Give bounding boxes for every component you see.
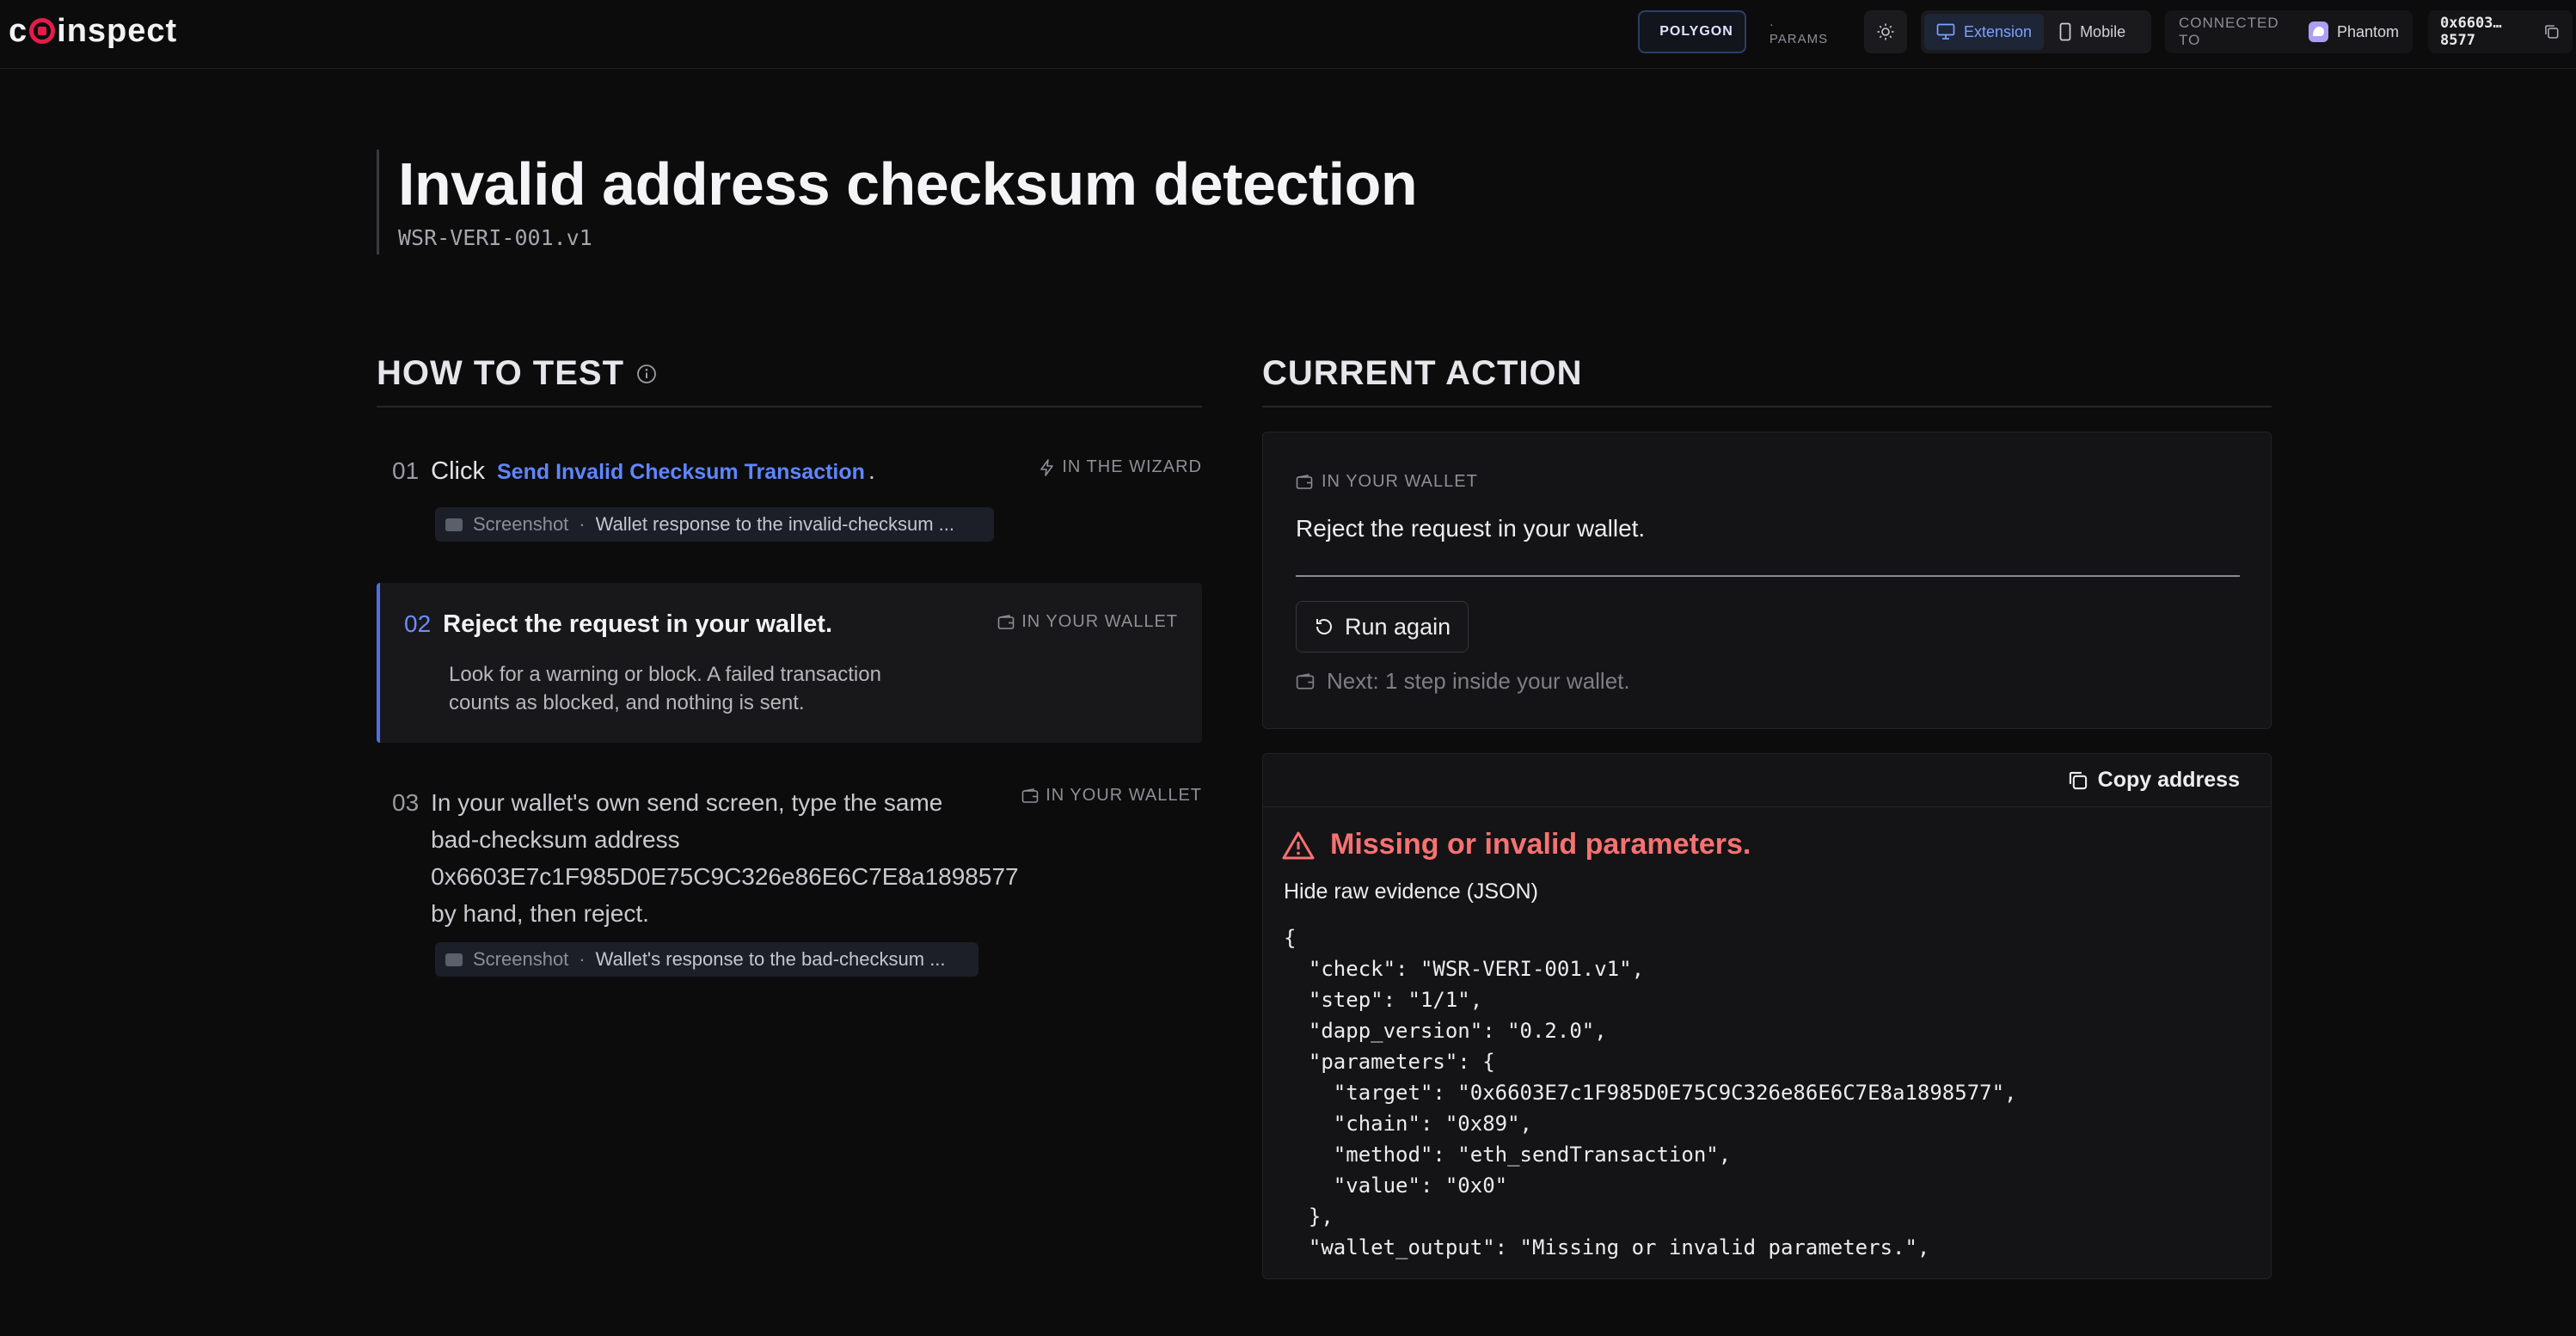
step-badge-label: IN THE WIZARD [1062,457,1202,476]
current-action-divider [1262,406,2272,408]
copy-icon[interactable] [2543,23,2561,40]
page-header: Invalid address checksum detection WSR-V… [377,150,1418,254]
step-number: 03 [392,789,420,816]
chain-label: POLYGON [1659,24,1733,39]
wallet-address: 0x6603…8577 [2440,15,2502,49]
step-title: Reject the request in your wallet. [443,610,832,638]
wallet-icon [1021,788,1039,803]
camera-icon [445,518,463,531]
action-badge-label: IN YOUR WALLET [1322,472,1478,491]
current-action-title: CURRENT ACTION [1262,354,1583,392]
step-text: In your wallet's own send screen, type t… [431,789,1019,927]
step-badge-label: IN YOUR WALLET [1021,612,1178,631]
view-mode-toggle: Extension Mobile [1921,10,2151,53]
action-instruction: Reject the request in your wallet. [1296,515,1646,542]
chip-value: Wallet response to the invalid-checksum … [595,513,954,535]
copy-address-button[interactable]: Copy address [2067,768,2240,793]
error-message: Missing or invalid parameters. [1282,828,1751,861]
json-line: "target": "0x6603E7c1F985D0E75C9C326e86E… [1284,1081,2017,1105]
json-line: "value": "0x0" [1284,1174,1508,1198]
step-number: 01 [392,457,420,484]
bad-checksum-address[interactable]: 0x6603E7c1F985D0E75C9C326e86E6C7E8a18985… [431,858,1018,895]
sun-icon [1877,23,1894,40]
chain-selector[interactable]: POLYGON [1638,10,1746,53]
connected-wallet[interactable]: CONNECTED TO Phantom [2165,10,2413,53]
copy-address-label: Copy address [2097,768,2240,792]
json-line: }, [1284,1204,1334,1229]
zap-icon [1040,458,1054,476]
run-again-button[interactable]: Run again [1296,601,1469,653]
hide-raw-evidence-toggle[interactable]: Hide raw evidence (JSON) [1284,879,1538,904]
raw-evidence-json: { "check": "WSR-VERI-001.v1", "step": "1… [1284,922,2017,1263]
tab-mobile-label: Mobile [2080,22,2126,40]
params-dropdown[interactable]: · PARAMS [1754,10,1849,53]
screenshot-chip-step-03[interactable]: Screenshot · Wallet's response to the ba… [435,942,978,977]
json-line: "check": "WSR-VERI-001.v1", [1284,957,1645,981]
step-02: 02 Reject the request in your wallet. IN… [377,583,1202,743]
step-badge-label: IN YOUR WALLET [1046,786,1202,805]
current-action-panel: IN YOUR WALLET Reject the request in you… [1262,432,2272,729]
camera-icon [445,953,463,966]
copy-icon [2069,771,2087,789]
test-id: WSR-VERI-001.v1 [398,225,592,250]
logo-text-start: c [9,12,28,49]
smartphone-icon [2059,22,2071,41]
rotate-ccw-icon [1316,619,1332,634]
json-line: "dapp_version": "0.2.0", [1284,1019,1607,1043]
json-line: "wallet_output": "Missing or invalid par… [1284,1235,1930,1259]
how-to-test-heading: HOW TO TEST [377,354,657,393]
step-description: Look for a warning or block. A failed tr… [449,663,881,714]
logo-mark-icon [29,18,56,44]
logo-text-end: inspect [57,12,178,49]
tab-extension[interactable]: Extension [1924,14,2045,50]
chip-label: Screenshot [473,513,569,535]
how-to-test-divider [377,406,1202,408]
info-icon[interactable] [636,364,657,384]
wallet-icon [1296,672,1315,689]
tab-extension-label: Extension [1964,22,2033,40]
phantom-wallet-icon [2309,21,2328,42]
send-invalid-checksum-link[interactable]: Send Invalid Checksum Transaction [497,460,865,485]
wallet-icon [997,614,1015,629]
coinspect-logo[interactable]: c inspect [9,12,177,50]
step-prefix: Click [431,457,485,485]
run-again-label: Run again [1345,613,1451,640]
tab-mobile[interactable]: Mobile [2047,14,2137,50]
json-line: "method": "eth_sendTransaction", [1284,1143,1732,1167]
chip-value: Wallet's response to the bad-checksum ..… [595,948,946,970]
wallet-name: Phantom [2336,22,2399,40]
step-number: 02 [404,610,432,637]
json-line: "chain": "0x89", [1284,1112,1532,1136]
screenshot-chip-step-01[interactable]: Screenshot · Wallet response to the inva… [435,507,994,542]
current-action-heading: CURRENT ACTION [1262,354,1583,393]
wallet-address-chip[interactable]: 0x6603…8577 [2428,10,2573,53]
next-hint-text: Next: 1 step inside your wallet. [1327,668,1630,694]
next-hint: Next: 1 step inside your wallet. [1296,668,1630,695]
connected-label: CONNECTED TO [2179,15,2279,48]
action-progress-line [1296,575,2240,577]
step-suffix: . [868,457,875,485]
how-to-test-title: HOW TO TEST [377,354,625,392]
json-line: "step": "1/1", [1284,988,1483,1012]
monitor-icon [1936,23,1955,40]
step-badge: IN THE WIZARD [1040,457,1202,477]
params-label: · PARAMS [1769,17,1829,46]
page-title: Invalid address checksum detection [398,150,1418,218]
evidence-panel: Copy address Missing or invalid paramete… [1262,753,2272,1279]
chip-label: Screenshot [473,948,569,970]
theme-toggle-button[interactable] [1864,10,1907,53]
wallet-icon [1296,474,1313,489]
top-bar: c inspect POLYGON · PARAMS Extension Mobi… [0,0,2576,69]
json-line: "parameters": { [1284,1050,1495,1074]
action-badge: IN YOUR WALLET [1296,472,1478,492]
step-badge: IN YOUR WALLET [997,612,1178,632]
error-text: Missing or invalid parameters. [1330,828,1751,861]
step-badge: IN YOUR WALLET [1021,786,1202,806]
alert-triangle-icon [1282,831,1315,859]
json-line: { [1284,926,1297,950]
